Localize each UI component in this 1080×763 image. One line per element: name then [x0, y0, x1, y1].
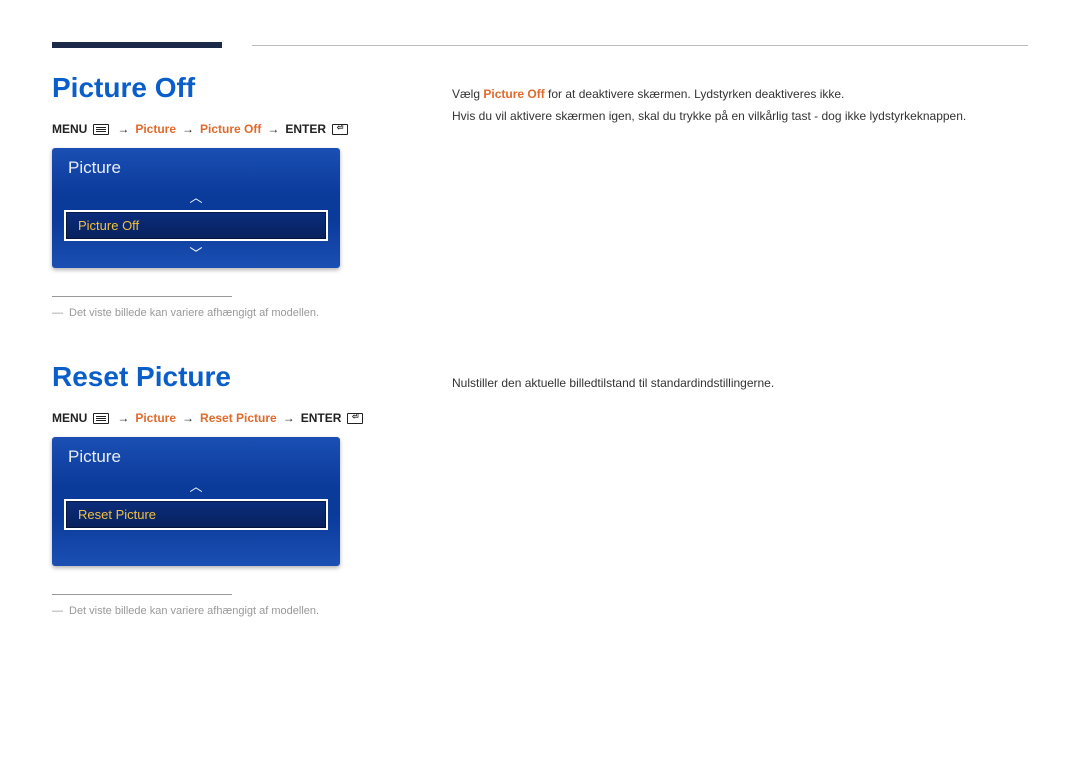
footnote-dash: ―	[52, 307, 63, 319]
footnote-rule	[52, 296, 232, 297]
arrow-icon: →	[117, 122, 129, 136]
osd-menu: Picture ︿ Picture Off ﹀	[52, 148, 340, 268]
enter-icon	[332, 124, 348, 135]
top-rule	[52, 42, 1028, 48]
footnote-text: Det viste billede kan variere afhængigt …	[69, 307, 319, 319]
osd-menu-header: Picture	[52, 437, 340, 477]
breadcrumb: MENU → Picture → Reset Picture → ENTER	[52, 411, 392, 425]
description-line: Hvis du vil aktivere skærmen igen, skal …	[452, 106, 1028, 128]
menu-icon	[93, 124, 109, 135]
breadcrumb: MENU → Picture → Picture Off → ENTER	[52, 122, 392, 136]
top-rule-accent	[52, 42, 222, 48]
breadcrumb-part: Picture	[135, 411, 176, 425]
footnote: ― Det viste billede kan variere afhængig…	[52, 605, 392, 617]
breadcrumb-part: Reset Picture	[200, 411, 277, 425]
menu-icon	[93, 413, 109, 424]
chevron-up-icon: ︿	[52, 188, 340, 210]
breadcrumb-menu: MENU	[52, 122, 87, 136]
breadcrumb-part: Picture Off	[200, 122, 261, 136]
arrow-icon: →	[117, 411, 129, 425]
osd-menu: Picture ︿ Reset Picture	[52, 437, 340, 566]
footnote-text: Det viste billede kan variere afhængigt …	[69, 605, 319, 617]
section-reset-picture: Reset Picture MENU → Picture → Reset Pic…	[52, 361, 1028, 617]
osd-menu-header: Picture	[52, 148, 340, 188]
text: for at deaktivere skærmen. Lydstyrken de…	[545, 87, 845, 101]
enter-icon	[347, 413, 363, 424]
highlight: Picture Off	[483, 87, 544, 101]
arrow-icon: →	[182, 411, 194, 425]
section-picture-off: Picture Off MENU → Picture → Picture Off…	[52, 72, 1028, 319]
description: Vælg Picture Off for at deaktivere skærm…	[452, 72, 1028, 319]
breadcrumb-enter: ENTER	[285, 122, 326, 136]
arrow-icon: →	[182, 122, 194, 136]
text: Vælg	[452, 87, 483, 101]
description-line: Nulstiller den aktuelle billedtilstand t…	[452, 373, 1028, 395]
section-title: Picture Off	[52, 72, 392, 104]
chevron-down-icon: ﹀	[52, 241, 340, 268]
arrow-icon: →	[267, 122, 279, 136]
description: Nulstiller den aktuelle billedtilstand t…	[452, 361, 1028, 617]
chevron-up-icon: ︿	[52, 477, 340, 499]
footnote-dash: ―	[52, 605, 63, 617]
osd-menu-selected: Reset Picture	[64, 499, 328, 530]
breadcrumb-enter: ENTER	[301, 411, 342, 425]
arrow-icon: →	[283, 411, 295, 425]
top-rule-line	[252, 45, 1028, 46]
osd-menu-selected: Picture Off	[64, 210, 328, 241]
footnote: ― Det viste billede kan variere afhængig…	[52, 307, 392, 319]
footnote-rule	[52, 594, 232, 595]
section-title: Reset Picture	[52, 361, 392, 393]
breadcrumb-menu: MENU	[52, 411, 87, 425]
description-line: Vælg Picture Off for at deaktivere skærm…	[452, 84, 1028, 106]
breadcrumb-part: Picture	[135, 122, 176, 136]
